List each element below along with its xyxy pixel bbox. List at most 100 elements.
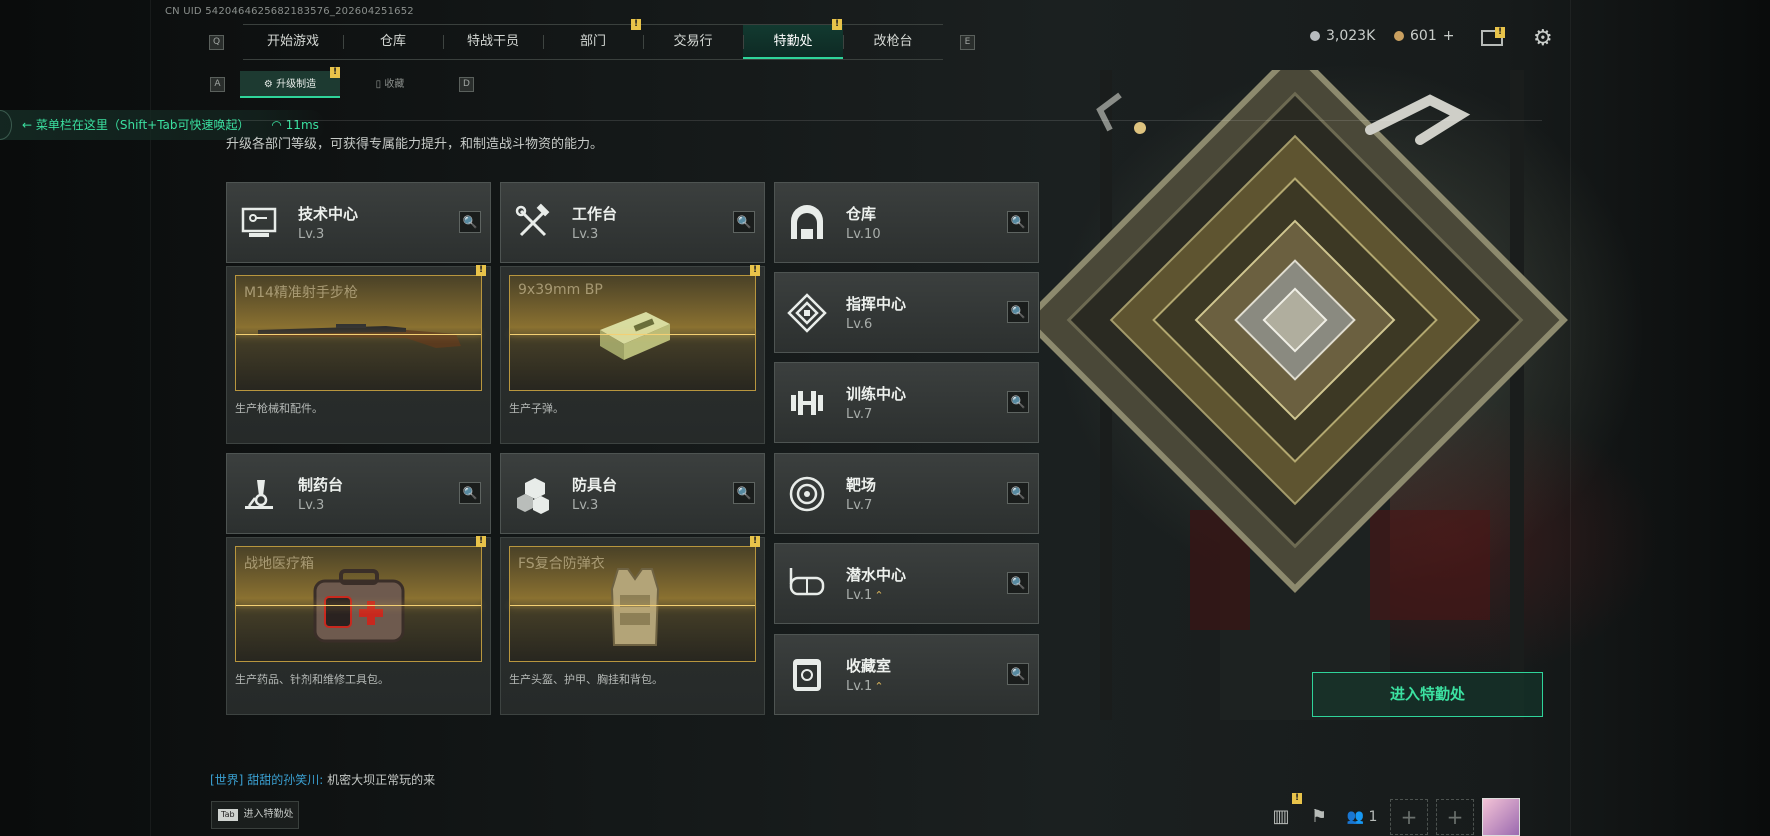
nav-prev-key[interactable]: Q: [209, 35, 224, 50]
uid-text: CN UID 5420464625682183576_202604251652: [165, 6, 414, 17]
friends-button[interactable]: 👥 1: [1342, 802, 1382, 832]
tab-key: Tab: [218, 809, 238, 821]
dumbbell-icon: [791, 391, 823, 415]
alert-badge: !: [1292, 793, 1302, 804]
facility-name: 制药台: [298, 476, 344, 494]
alert-badge: !: [832, 19, 842, 30]
subnav-next-key[interactable]: D: [459, 77, 474, 92]
facility-level-value: Lv.1: [846, 588, 873, 603]
avatar[interactable]: [1482, 798, 1520, 836]
facility-name: 靶场: [846, 476, 877, 494]
facility-range[interactable]: 靶场 Lv.7 🔍: [774, 453, 1039, 534]
production-desc: 生产子弹。: [509, 402, 564, 415]
tab-warehouse[interactable]: 仓库: [343, 25, 443, 59]
tab-trade[interactable]: 交易行: [643, 25, 743, 59]
currency-gold-value: 601: [1410, 28, 1437, 44]
back-arrow-icon: ←: [22, 118, 36, 132]
tab-department[interactable]: 部门: [543, 25, 643, 59]
currency-silver[interactable]: 3,023K: [1310, 28, 1375, 44]
facility-name: 指挥中心: [846, 295, 907, 313]
facility-diving-center[interactable]: 潜水中心 Lv.1 ⌃ 🔍: [774, 543, 1039, 624]
enter-special-ops-button[interactable]: 进入特勤处: [1312, 672, 1543, 717]
search-icon[interactable]: 🔍: [733, 211, 755, 233]
team-slot-add[interactable]: +: [1436, 799, 1474, 835]
microscope-icon: [245, 480, 273, 509]
facility-warehouse[interactable]: 仓库 Lv.10 🔍: [774, 182, 1039, 263]
facility-cube-artwork: [1040, 70, 1600, 720]
stats-chart-icon[interactable]: ▥: [1266, 802, 1296, 832]
facility-name: 技术中心: [298, 205, 359, 223]
upgrade-arrow-icon: ⌃: [874, 680, 884, 693]
menu-hint-text: 菜单栏在这里（Shift+Tab可快速唤起）: [35, 118, 250, 132]
alert-badge: !: [476, 536, 486, 547]
facility-pharmacy[interactable]: 制药台 Lv.3 🔍: [226, 453, 491, 534]
facility-level: Lv.10: [846, 227, 881, 242]
flag-icon[interactable]: ⚑: [1304, 802, 1334, 832]
tab-special-ops[interactable]: 特勤处: [743, 25, 843, 59]
nav-next-key[interactable]: E: [960, 35, 975, 50]
facility-name: 防具台: [572, 476, 618, 494]
team-slot-add[interactable]: +: [1390, 799, 1428, 835]
facility-collection-room[interactable]: 收藏室 Lv.1 ⌃ 🔍: [774, 634, 1039, 715]
currency-silver-value: 3,023K: [1326, 28, 1376, 44]
divider: [222, 120, 1542, 121]
friends-count: 1: [1368, 809, 1378, 825]
sub-nav: ⚙ 升级制造 ▯ 收藏: [240, 71, 440, 98]
production-frame: 9x39mm BP: [509, 275, 756, 391]
alert-badge: !: [631, 19, 641, 30]
currency-gold[interactable]: 601 +: [1394, 28, 1454, 44]
search-icon[interactable]: 🔍: [1007, 211, 1029, 233]
facility-level: Lv.1 ⌃: [846, 588, 884, 603]
search-icon[interactable]: 🔍: [459, 482, 481, 504]
alert-badge: !: [1495, 27, 1505, 38]
alert-badge: !: [750, 265, 760, 276]
tab-gunsmith[interactable]: 改枪台: [843, 25, 943, 59]
search-icon[interactable]: 🔍: [1007, 572, 1029, 594]
production-frame: 战地医疗箱: [235, 546, 482, 662]
chip-icon: [787, 293, 827, 333]
search-icon[interactable]: 🔍: [1007, 482, 1029, 504]
production-workbench[interactable]: 9x39mm BP ! 生产子弹。: [500, 265, 765, 444]
chat-text: 机密大坝正常玩的来: [327, 773, 436, 787]
tab-start-game[interactable]: 开始游戏: [243, 25, 343, 59]
facility-training-center[interactable]: 训练中心 Lv.7 🔍: [774, 362, 1039, 443]
production-tech[interactable]: M14精准射手步枪 ! 生产枪械和配件。: [226, 265, 491, 444]
medkit-icon: [313, 569, 405, 643]
subtab-upgrade-craft[interactable]: ⚙ 升级制造: [240, 71, 340, 98]
search-icon[interactable]: 🔍: [733, 482, 755, 504]
facility-level: Lv.7: [846, 498, 873, 513]
cubes-icon: [517, 478, 549, 514]
facility-level: Lv.3: [572, 227, 599, 242]
subnav-prev-key[interactable]: A: [210, 77, 225, 92]
facility-workbench[interactable]: 工作台 Lv.3 🔍: [500, 182, 765, 263]
settings-gear-icon[interactable]: ⚙: [1533, 28, 1553, 50]
menu-hint-ring: [0, 110, 12, 140]
production-frame: M14精准射手步枪: [235, 275, 482, 391]
craft-icon: ⚙: [263, 79, 277, 90]
silver-coin-icon: [1310, 31, 1320, 41]
search-icon[interactable]: 🔍: [1007, 663, 1029, 685]
production-title: 9x39mm BP: [518, 282, 603, 298]
alert-badge: !: [330, 67, 340, 78]
search-icon[interactable]: 🔍: [1007, 391, 1029, 413]
subtab-collection[interactable]: ▯ 收藏: [340, 71, 440, 98]
page-description: 升级各部门等级，可获得专属能力提升，和制造战斗物资的能力。: [226, 137, 604, 152]
production-title: M14精准射手步枪: [244, 285, 358, 301]
production-title: 战地医疗箱: [244, 556, 314, 572]
production-pharmacy[interactable]: 战地医疗箱 ! 生产药品、针剂和维修工具包。: [226, 536, 491, 715]
facility-tech-center[interactable]: 技术中心 Lv.3 🔍: [226, 182, 491, 263]
search-icon[interactable]: 🔍: [459, 211, 481, 233]
add-currency-button[interactable]: +: [1443, 28, 1455, 44]
tab-hint-button[interactable]: Tab 进入特勤处: [211, 801, 299, 829]
target-icon: [789, 476, 825, 512]
production-title: FS复合防弹衣: [518, 556, 605, 572]
subtab-collection-label: 收藏: [384, 79, 405, 90]
search-icon[interactable]: 🔍: [1007, 301, 1029, 323]
facility-command-center[interactable]: 指挥中心 Lv.6 🔍: [774, 272, 1039, 353]
ammo-box-icon: [600, 312, 670, 360]
tab-operators[interactable]: 特战干员: [443, 25, 543, 59]
production-armor[interactable]: FS复合防弹衣 ! 生产头盔、护甲、胸挂和背包。: [500, 536, 765, 715]
chat-message[interactable]: [世界] 甜甜的孙笑川: 机密大坝正常玩的来: [210, 771, 435, 788]
facility-armor-bench[interactable]: 防具台 Lv.3 🔍: [500, 453, 765, 534]
subtab-upgrade-craft-label: 升级制造: [276, 79, 317, 90]
